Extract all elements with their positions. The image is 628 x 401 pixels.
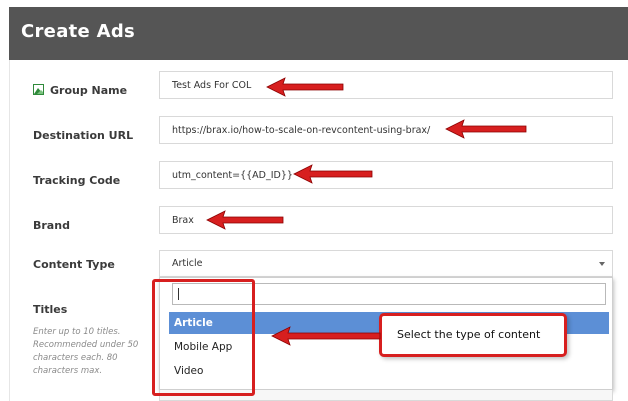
annotation-callout: Select the type of content [379,313,567,357]
titles-help-text: Enter up to 10 titles. Recommended under… [33,327,139,376]
caret-down-icon [599,262,605,266]
annotation-arrow-icon [271,326,381,346]
destination-url-input[interactable]: https://brax.io/how-to-scale-on-revconte… [159,116,613,144]
annotation-arrow-icon [266,77,344,97]
page-header: Create Ads [9,7,628,60]
content-type-value: Article [172,258,203,269]
group-name-label: Group Name [50,84,128,97]
brand-label: Brand [33,219,70,232]
brand-value: Brax [172,215,194,226]
content-type-select[interactable]: Article [159,250,613,277]
annotation-arrow-icon [206,210,284,230]
image-icon [33,84,44,95]
content-type-label: Content Type [33,258,115,271]
titles-label: Titles [33,303,68,316]
tracking-code-value: utm_content={{AD_ID}} [172,170,293,181]
group-name-value: Test Ads For COL [172,80,252,91]
page-title: Create Ads [21,21,136,42]
tracking-code-input[interactable]: utm_content={{AD_ID}} [159,161,613,189]
annotation-highlight-box [152,279,255,396]
annotation-arrow-icon [445,119,527,139]
destination-url-label: Destination URL [33,129,134,142]
panel-border [9,60,10,401]
group-name-input[interactable]: Test Ads For COL [159,71,613,99]
annotation-arrow-icon [293,164,373,184]
annotation-callout-text: Select the type of content [397,328,541,341]
destination-url-value: https://brax.io/how-to-scale-on-revconte… [172,125,431,136]
tracking-code-label: Tracking Code [33,174,121,187]
